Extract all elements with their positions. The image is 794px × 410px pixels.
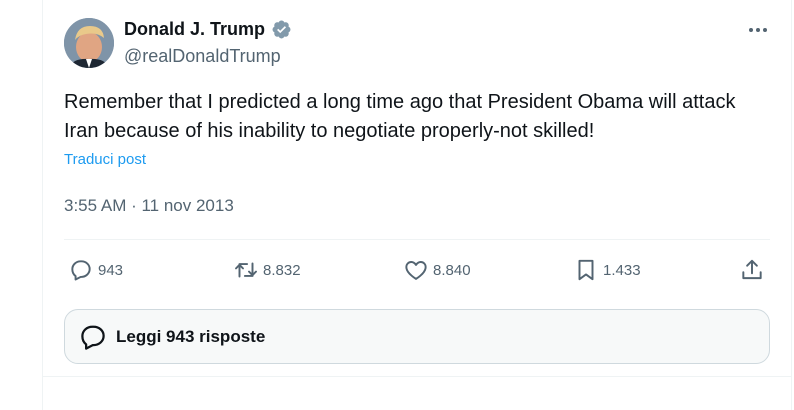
- translate-link[interactable]: Traduci post: [64, 150, 146, 170]
- read-replies-label: Leggi 943 risposte: [116, 326, 266, 346]
- reply-button[interactable]: 943: [68, 257, 123, 283]
- bookmark-count: 1.433: [603, 261, 641, 279]
- tweet-text: Remember that I predicted a long time ag…: [64, 91, 736, 142]
- verified-badge-icon[interactable]: [271, 19, 292, 40]
- reply-bubble-icon: [81, 325, 105, 350]
- like-button[interactable]: 8.840: [403, 257, 471, 283]
- avatar-photo: [64, 18, 114, 68]
- heart-icon: [405, 261, 427, 280]
- retweet-button[interactable]: 8.832: [233, 257, 301, 283]
- author-handle[interactable]: @realDonaldTrump: [124, 45, 281, 67]
- more-options-icon[interactable]: [747, 20, 769, 40]
- share-button[interactable]: [739, 257, 769, 283]
- share-icon: [742, 259, 762, 280]
- avatar[interactable]: [64, 18, 114, 68]
- reply-icon: [71, 260, 91, 281]
- read-replies-button[interactable]: Leggi 943 risposte: [64, 309, 770, 364]
- retweet-icon: [235, 262, 257, 278]
- tweet-timestamp[interactable]: 3:55 AM · 11 nov 2013: [64, 195, 234, 217]
- reply-count: 943: [98, 261, 124, 279]
- tweet-card: Donald J. Trump @realDonaldTrump Remembe…: [42, 0, 792, 410]
- retweet-count: 8.832: [263, 261, 301, 279]
- divider: [43, 376, 791, 377]
- like-count: 8.840: [433, 261, 471, 279]
- bookmark-icon: [578, 259, 594, 281]
- author-name[interactable]: Donald J. Trump: [124, 18, 265, 40]
- bookmark-button[interactable]: 1.433: [573, 257, 641, 283]
- divider: [64, 239, 770, 240]
